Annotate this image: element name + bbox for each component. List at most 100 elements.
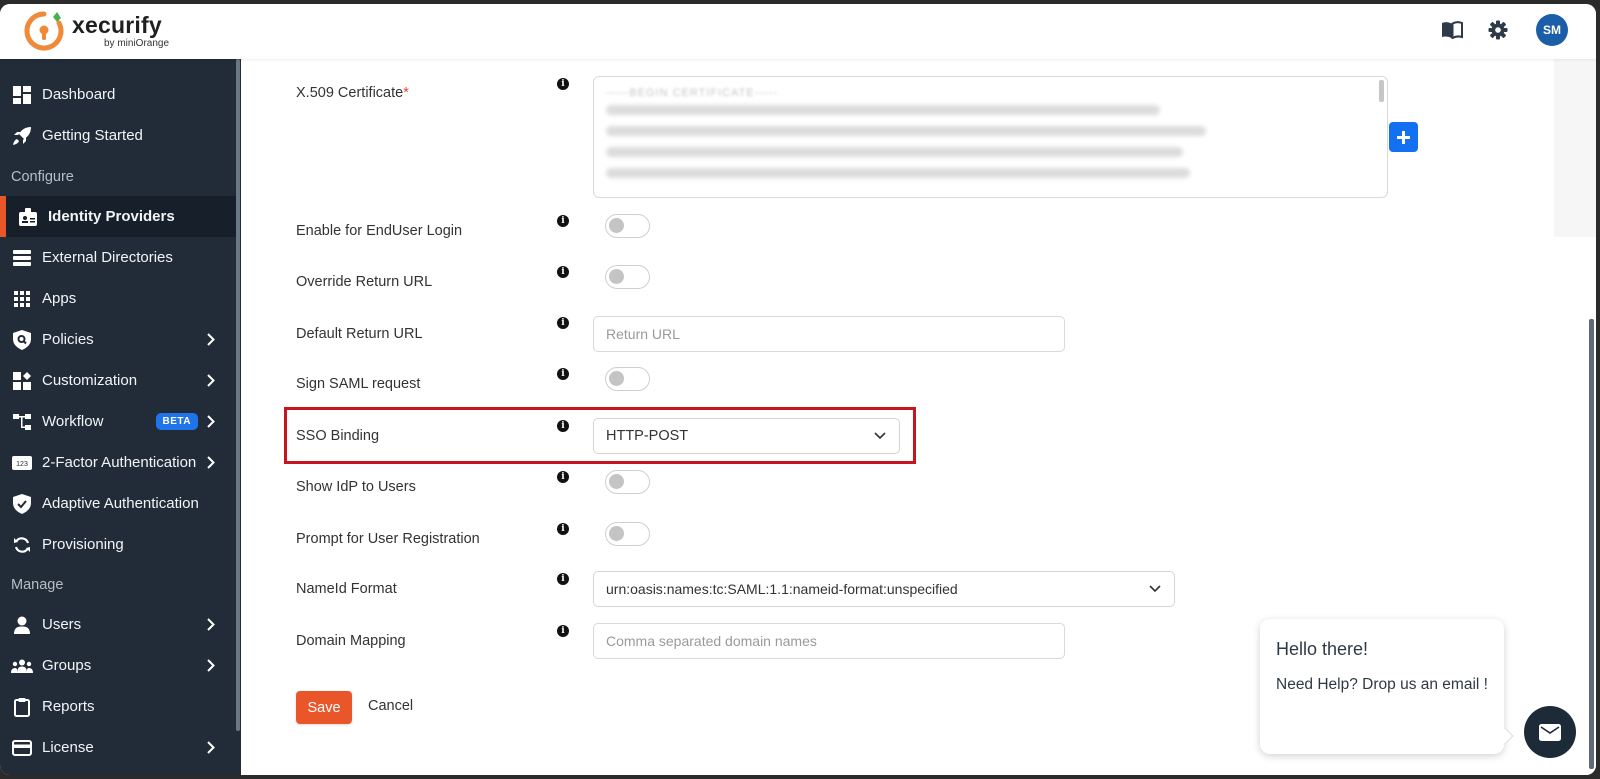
nameid-format-select[interactable]: urn:oasis:names:tc:SAML:1.1:nameid-forma… — [593, 571, 1175, 607]
prompt-registration-toggle[interactable] — [605, 522, 650, 546]
sidebar-item-label: Apps — [42, 290, 77, 307]
rocket-icon — [11, 125, 33, 147]
user-icon — [11, 614, 33, 636]
sidebar-item-label: Customization — [42, 372, 138, 389]
sidebar-item-adaptive-authentication[interactable]: Adaptive Authentication — [0, 483, 236, 524]
sidebar-item-license[interactable]: License — [0, 727, 236, 768]
apps-grid-icon — [11, 288, 33, 310]
info-icon[interactable]: i — [557, 573, 569, 585]
nameid-format-label: NameId Format — [296, 581, 397, 597]
chevron-down-icon — [1148, 585, 1162, 593]
default-return-url-input[interactable] — [593, 316, 1065, 352]
blurred-text-line — [606, 147, 1183, 157]
info-icon[interactable]: i — [557, 215, 569, 227]
sidebar-item-external-directories[interactable]: External Directories — [0, 237, 236, 278]
logo-keyhole-icon — [22, 9, 66, 53]
sidebar-item-users[interactable]: Users — [0, 604, 236, 645]
blurred-text-line — [606, 168, 1191, 178]
override-return-url-toggle[interactable] — [605, 265, 650, 289]
sidebar-item-getting-started[interactable]: Getting Started — [0, 115, 236, 156]
info-icon[interactable]: i — [557, 368, 569, 380]
help-chat-card: Hello there! Need Help? Drop us an email… — [1260, 619, 1514, 754]
user-avatar[interactable]: SM — [1536, 14, 1568, 46]
chevron-right-icon — [204, 456, 218, 469]
email-support-button[interactable] — [1524, 706, 1576, 758]
workflow-icon — [11, 411, 33, 433]
numbers-123-icon: 123 — [11, 452, 33, 474]
sidebar-item-label: Adaptive Authentication — [42, 495, 199, 512]
sidebar: Dashboard Getting Started Configure Iden… — [0, 59, 241, 775]
credit-card-icon — [11, 737, 33, 759]
cancel-button[interactable]: Cancel — [368, 698, 413, 714]
book-icon[interactable] — [1440, 18, 1464, 42]
server-list-icon — [11, 247, 33, 269]
nameid-format-value: urn:oasis:names:tc:SAML:1.1:nameid-forma… — [606, 581, 958, 597]
brand-byline: by miniOrange — [104, 38, 170, 49]
sidebar-item-label: Policies — [42, 331, 94, 348]
gear-icon[interactable] — [1486, 18, 1510, 42]
info-icon[interactable]: i — [557, 317, 569, 329]
sidebar-item-provisioning[interactable]: Provisioning — [0, 524, 236, 565]
sidebar-item-apps[interactable]: Apps — [0, 278, 236, 319]
sync-icon — [11, 534, 33, 556]
chevron-right-icon — [204, 415, 218, 428]
sidebar-item-label: External Directories — [42, 249, 173, 266]
certificate-textarea[interactable]: -----BEGIN CERTIFICATE----- — [593, 76, 1388, 198]
info-icon[interactable]: i — [557, 420, 569, 432]
sidebar-item-label: Reports — [42, 698, 95, 715]
dashboard-icon — [11, 84, 33, 106]
sign-saml-request-toggle[interactable] — [605, 367, 650, 391]
sso-binding-label: SSO Binding — [296, 428, 380, 444]
blurred-text-line — [606, 126, 1206, 136]
sidebar-item-dashboard[interactable]: Dashboard — [0, 74, 236, 115]
brand-name: xecurify — [72, 12, 162, 38]
sidebar-item-reports[interactable]: Reports — [0, 686, 236, 727]
sidebar-item-2-factor-authentication[interactable]: 123 2-Factor Authentication — [0, 442, 236, 483]
domain-mapping-input[interactable] — [593, 623, 1065, 659]
sidebar-item-groups[interactable]: Groups — [0, 645, 236, 686]
sidebar-item-label: Users — [42, 616, 82, 633]
envelope-icon — [1539, 723, 1561, 741]
chevron-right-icon — [204, 741, 218, 754]
sidebar-item-label: Provisioning — [42, 536, 124, 553]
beta-badge: BETA — [155, 413, 198, 430]
sidebar-scrollbar[interactable] — [236, 59, 240, 731]
chevron-right-icon — [204, 374, 218, 387]
help-message: Need Help? Drop us an email ! — [1276, 676, 1488, 693]
required-mark: * — [403, 85, 409, 101]
chevron-down-icon — [873, 432, 887, 440]
enable-enduser-login-toggle[interactable] — [605, 214, 650, 238]
info-icon[interactable]: i — [557, 78, 569, 90]
top-bar: xecurify by miniOrange SM — [0, 4, 1596, 59]
override-return-url-label: Override Return URL — [296, 274, 433, 290]
plus-icon — [1397, 130, 1410, 144]
chevron-right-icon — [204, 618, 218, 631]
save-button[interactable]: Save — [296, 691, 352, 724]
prompt-registration-label: Prompt for User Registration — [296, 531, 480, 547]
domain-mapping-label: Domain Mapping — [296, 633, 406, 649]
sidebar-item-identity-providers[interactable]: Identity Providers — [0, 196, 236, 237]
sidebar-item-workflow[interactable]: Workflow BETA — [0, 401, 236, 442]
info-icon[interactable]: i — [557, 471, 569, 483]
svg-text:123: 123 — [16, 461, 28, 468]
sidebar-item-label: Identity Providers — [48, 208, 175, 225]
certificate-header-text: -----BEGIN CERTIFICATE----- — [606, 87, 779, 99]
show-idp-toggle[interactable] — [605, 470, 650, 494]
sso-binding-select[interactable]: HTTP-POST — [593, 418, 900, 454]
enable-enduser-login-label: Enable for EndUser Login — [296, 223, 463, 239]
info-icon[interactable]: i — [557, 266, 569, 278]
info-icon[interactable]: i — [557, 523, 569, 535]
sidebar-item-policies[interactable]: Policies — [0, 319, 236, 360]
main-scrollbar[interactable] — [1589, 319, 1594, 769]
sidebar-item-label: Groups — [42, 657, 92, 674]
brand-logo[interactable]: xecurify by miniOrange — [22, 9, 169, 53]
add-certificate-button[interactable] — [1389, 122, 1418, 152]
sidebar-item-label: Dashboard — [42, 86, 116, 103]
info-icon[interactable]: i — [557, 625, 569, 637]
textarea-scrollbar[interactable] — [1379, 80, 1384, 102]
sso-binding-value: HTTP-POST — [606, 428, 689, 444]
help-title: Hello there! — [1276, 639, 1369, 659]
sidebar-item-customization[interactable]: Customization — [0, 360, 236, 401]
customization-icon — [11, 370, 33, 392]
sidebar-item-label: License — [42, 739, 94, 756]
